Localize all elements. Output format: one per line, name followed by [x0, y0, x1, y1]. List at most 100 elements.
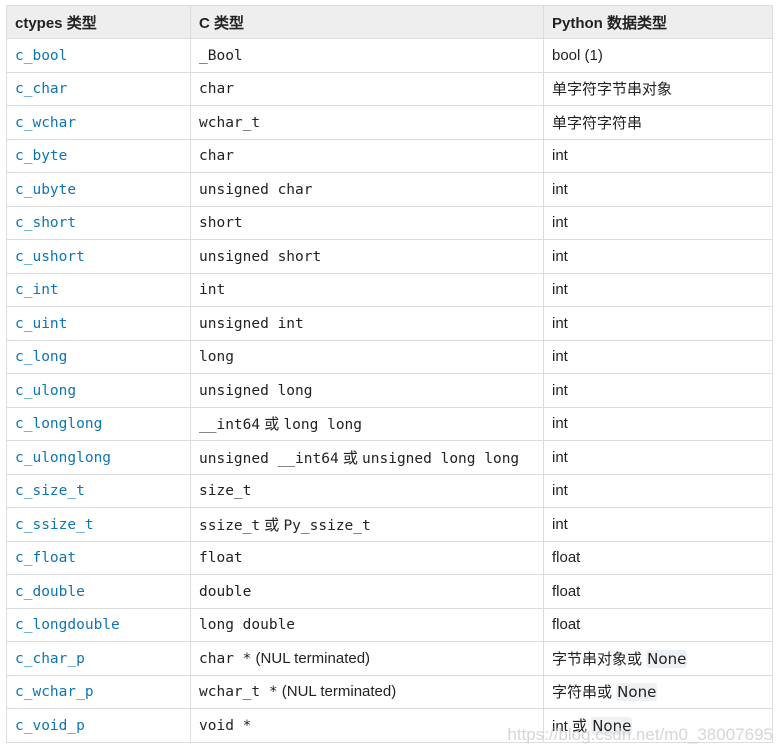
ctypes-type-link[interactable]: c_ulong — [15, 383, 76, 399]
python-type-cell: int — [543, 205, 773, 240]
c-type-cell: char — [190, 138, 544, 173]
python-type-text: bool (1) — [552, 46, 603, 64]
c-type-code: unsigned short — [199, 248, 322, 265]
ctypes-type-cell: c_size_t — [6, 473, 191, 508]
header-python-type: Python 数据类型 — [543, 5, 773, 39]
ctypes-type-link[interactable]: c_bool — [15, 48, 67, 64]
c-type-cell: double — [190, 574, 544, 609]
ctypes-type-link[interactable]: c_byte — [15, 148, 67, 164]
python-type-text: int — [552, 214, 568, 232]
ctypes-type-link[interactable]: c_char — [15, 81, 67, 97]
table-row: c_uint unsigned int int — [6, 306, 773, 341]
python-none-code: None — [591, 716, 633, 735]
ctypes-type-link[interactable]: c_float — [15, 550, 76, 566]
ctypes-type-link[interactable]: c_longdouble — [15, 617, 120, 633]
table-row: c_ushort unsigned short int — [6, 239, 773, 274]
ctypes-type-cell: c_int — [6, 272, 191, 307]
c-type-code: unsigned __int64 — [199, 450, 339, 467]
python-type-cell: bool (1) — [543, 38, 773, 73]
ctypes-type-cell: c_double — [6, 574, 191, 609]
ctypes-type-link[interactable]: c_int — [15, 282, 59, 298]
c-type-cell: unsigned short — [190, 239, 544, 274]
ctypes-type-table: ctypes 类型 C 类型 Python 数据类型 c_bool _Bool bo… — [6, 5, 773, 743]
python-none-code: None — [616, 683, 658, 702]
ctypes-type-link[interactable]: c_size_t — [15, 483, 85, 499]
python-type-text: int — [552, 147, 568, 165]
table-row: c_longdouble long double float — [6, 607, 773, 642]
python-type-text: int — [552, 515, 568, 533]
python-type-cell: int — [543, 306, 773, 341]
ctypes-type-cell: c_wchar — [6, 105, 191, 140]
python-type-text: int — [552, 180, 568, 198]
ctypes-type-link[interactable]: c_ulonglong — [15, 450, 111, 466]
c-type-cell: size_t — [190, 473, 544, 508]
c-type-cell: wchar_t — [190, 105, 544, 140]
ctypes-type-link[interactable]: c_ssize_t — [15, 517, 94, 533]
table-row: c_wchar_p wchar_t * (NUL terminated) 字符串或 … — [6, 674, 773, 709]
c-type-cell: char * (NUL terminated) — [190, 641, 544, 676]
python-type-text: int — [552, 448, 568, 466]
table-row: c_double double float — [6, 574, 773, 609]
ctypes-type-cell: c_longlong — [6, 406, 191, 441]
ctypes-type-link[interactable]: c_void_p — [15, 718, 85, 734]
ctypes-type-cell: c_char_p — [6, 641, 191, 676]
c-type-code: char — [199, 81, 234, 98]
table-header-row: ctypes 类型 C 类型 Python 数据类型 — [6, 5, 773, 39]
ctypes-type-cell: c_ubyte — [6, 172, 191, 207]
ctypes-type-link[interactable]: c_longlong — [15, 416, 102, 432]
c-type-cell: short — [190, 205, 544, 240]
ctypes-type-cell: c_float — [6, 540, 191, 575]
ctypes-type-link[interactable]: c_double — [15, 584, 85, 600]
c-type-text: 或 — [260, 416, 284, 434]
python-type-cell: int — [543, 172, 773, 207]
python-type-text: int — [552, 314, 568, 332]
ctypes-type-link[interactable]: c_wchar — [15, 115, 76, 131]
c-type-code: Py_ssize_t — [283, 517, 371, 534]
python-type-text: int — [552, 415, 568, 433]
table-row: c_bool _Bool bool (1) — [6, 38, 773, 73]
ctypes-type-link[interactable]: c_wchar_p — [15, 684, 94, 700]
python-none-code: None — [646, 649, 688, 668]
ctypes-type-cell: c_byte — [6, 138, 191, 173]
table-row: c_wchar wchar_t 单字符字符串 — [6, 105, 773, 140]
table-row: c_char_p char * (NUL terminated) 字节串对象或 No… — [6, 641, 773, 676]
ctypes-type-link[interactable]: c_ushort — [15, 249, 85, 265]
table-row: c_ulonglong unsigned __int64 或 unsigned l… — [6, 440, 773, 475]
c-type-cell: void * — [190, 708, 544, 743]
ctypes-type-link[interactable]: c_long — [15, 349, 67, 365]
python-type-cell: int 或 None — [543, 708, 773, 743]
ctypes-type-link[interactable]: c_char_p — [15, 651, 85, 667]
python-type-cell: int — [543, 239, 773, 274]
python-type-text: 单字符字节串对象 — [552, 81, 673, 99]
c-type-code: unsigned char — [199, 181, 313, 198]
ctypes-type-cell: c_ushort — [6, 239, 191, 274]
python-type-cell: 单字符字符串 — [543, 105, 773, 140]
ctypes-type-cell: c_longdouble — [6, 607, 191, 642]
c-type-code: char * — [199, 650, 252, 667]
table-body: c_bool _Bool bool (1) c_char char 单字符字节串对象 c_w… — [6, 38, 773, 743]
ctypes-type-cell: c_short — [6, 205, 191, 240]
ctypes-type-link[interactable]: c_short — [15, 215, 76, 231]
c-type-cell: unsigned long — [190, 373, 544, 408]
c-type-code: __int64 — [199, 417, 261, 434]
python-type-cell: float — [543, 540, 773, 575]
c-type-code: int — [199, 282, 226, 299]
ctypes-type-link[interactable]: c_uint — [15, 316, 67, 332]
python-type-cell: int — [543, 373, 773, 408]
c-type-cell: unsigned int — [190, 306, 544, 341]
c-type-code: long long — [283, 417, 363, 434]
ctypes-type-cell: c_uint — [6, 306, 191, 341]
ctypes-type-cell: c_char — [6, 71, 191, 106]
c-type-code: double — [199, 583, 252, 600]
header-ctypes-type: ctypes 类型 — [6, 5, 191, 39]
python-type-text: int 或 — [552, 717, 592, 735]
header-c-type: C 类型 — [190, 5, 544, 39]
c-type-cell: char — [190, 71, 544, 106]
c-type-text: 或 — [260, 516, 284, 534]
python-type-cell: int — [543, 440, 773, 475]
ctypes-type-link[interactable]: c_ubyte — [15, 182, 76, 198]
table-row: c_ubyte unsigned char int — [6, 172, 773, 207]
c-type-code: void * — [199, 717, 252, 734]
ctypes-type-cell: c_wchar_p — [6, 674, 191, 709]
python-type-text: int — [552, 381, 568, 399]
